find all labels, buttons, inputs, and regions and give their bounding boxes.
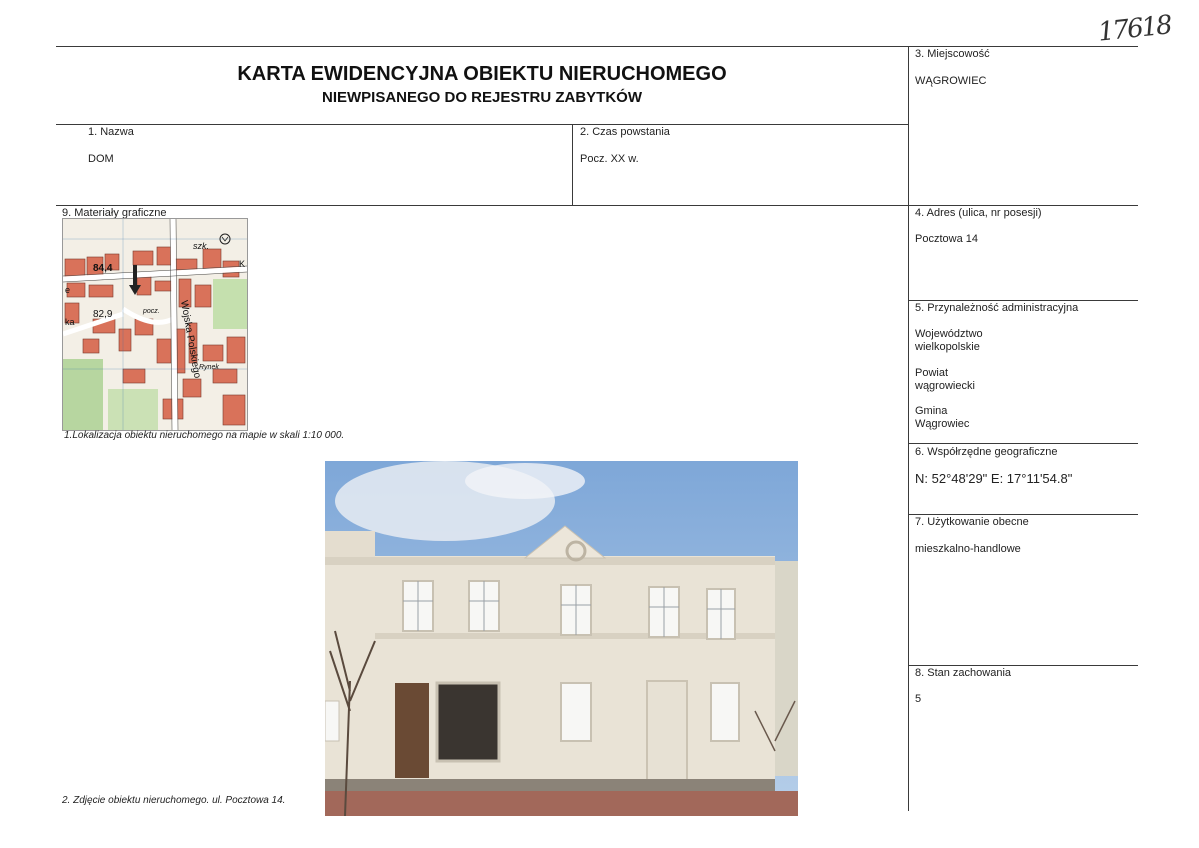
wspolrzedne-label: 6. Współrzędne geograficzne <box>915 446 1058 458</box>
row1-bottom-rule <box>56 205 1138 206</box>
wojewodztwo-label: Województwo <box>915 328 983 340</box>
nazwa-label: 1. Nazwa <box>88 126 134 138</box>
photo-caption: 2. Zdjęcie obiektu nieruchomego. ul. Poc… <box>62 795 286 806</box>
adres-label: 4. Adres (ulica, nr posesji) <box>915 207 1042 219</box>
handwritten-number: 17618 <box>1096 10 1173 48</box>
nazwa-value: DOM <box>88 153 114 165</box>
stan-label: 8. Stan zachowania <box>915 667 1012 679</box>
field5-bottom-rule <box>908 443 1138 444</box>
map-label-ka: ka <box>65 317 75 327</box>
map-caption: 1.Lokalizacja obiektu nieruchomego na ma… <box>64 430 345 441</box>
wojewodztwo-value: wielkopolskie <box>915 341 980 353</box>
map-elevation-2: 82,9 <box>93 309 113 320</box>
header-top-rule <box>56 46 908 47</box>
right-top-rule <box>908 46 1138 47</box>
form-title: KARTA EWIDENCYJNA OBIEKTU NIERUCHOMEGO <box>237 63 727 85</box>
adres-value: Pocztowa 14 <box>915 233 978 245</box>
miejscowosc-label: 3. Miejscowość <box>915 48 990 60</box>
przynaleznosc-label: 5. Przynależność administracyjna <box>915 302 1079 314</box>
map-elevation-1: 84,4 <box>93 263 113 274</box>
right-column-divider <box>908 46 909 811</box>
row1-divider <box>572 124 573 206</box>
uzytkowanie-label: 7. Użytkowanie obecne <box>915 516 1029 528</box>
gmina-label: Gmina <box>915 405 948 417</box>
field7-bottom-rule <box>908 665 1138 666</box>
miejscowosc-value: WĄGROWIEC <box>915 75 987 87</box>
map-label-szk: szk. <box>193 241 209 251</box>
gmina-value: Wągrowiec <box>915 418 970 430</box>
powiat-value: wągrowiecki <box>915 380 975 392</box>
building-photo <box>325 461 798 816</box>
czas-label: 2. Czas powstania <box>580 126 670 138</box>
field6-bottom-rule <box>908 514 1138 515</box>
stan-value: 5 <box>915 693 922 705</box>
field4-bottom-rule <box>908 300 1138 301</box>
map-label-k: K <box>239 259 245 269</box>
czas-value: Pocz. XX w. <box>580 153 639 165</box>
form-subtitle: NIEWPISANEGO DO REJESTRU ZABYTKÓW <box>321 89 643 106</box>
map-label-pocz: pocz. <box>142 308 160 315</box>
wspolrzedne-value: N: 52°48'29" E: 17°11'54.8" <box>915 471 1073 486</box>
header-bottom-rule <box>56 124 908 125</box>
map-label-e: e <box>65 285 70 295</box>
powiat-label: Powiat <box>915 367 949 379</box>
uzytkowanie-value: mieszkalno-handlowe <box>915 543 1021 555</box>
location-map: 84,4 82,9 szk. pocz. Rynek ka K e Wojska… <box>62 218 248 431</box>
